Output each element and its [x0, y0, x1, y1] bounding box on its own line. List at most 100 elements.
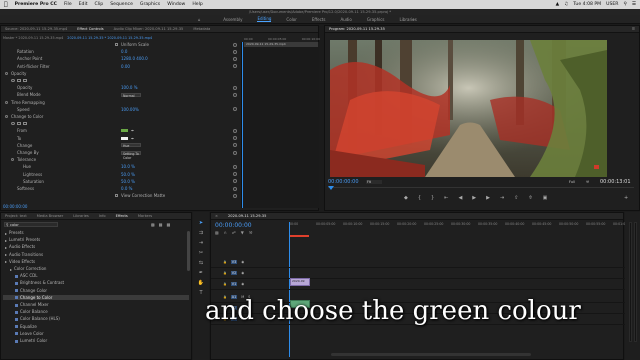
workspace-graphics[interactable]: Graphics: [367, 17, 385, 22]
effect-value[interactable]: 50.0 %: [121, 179, 135, 184]
track-name[interactable]: V2: [230, 271, 238, 275]
fx-toggle-icon[interactable]: [5, 100, 8, 104]
menu-help[interactable]: Help: [192, 2, 202, 7]
track-lock-icon[interactable]: 🔒: [223, 271, 227, 275]
razor-icon[interactable]: ✂: [199, 250, 203, 256]
reset-keyframe-icon[interactable]: [233, 42, 237, 47]
effects-tree-item[interactable]: Change Color: [3, 288, 189, 293]
wifi-icon[interactable]: ▲: [556, 2, 560, 7]
rect-mask-icon[interactable]: [17, 122, 21, 126]
program-scrubber[interactable]: [328, 186, 634, 190]
effects-tree-item[interactable]: Change to Color: [3, 294, 189, 300]
home-icon[interactable]: ⌂: [198, 17, 201, 22]
reset-keyframe-icon[interactable]: [233, 64, 237, 69]
work-area-bar[interactable]: [289, 235, 309, 237]
effect-dropdown[interactable]: Setting To Color: [121, 150, 141, 160]
accelerated-icon[interactable]: ▩: [151, 222, 155, 227]
to-color-swatch[interactable]: [121, 136, 128, 140]
tab-project[interactable]: Project: text: [5, 214, 27, 218]
track-select-icon[interactable]: ⇉: [199, 230, 203, 236]
effect-controls-timeline[interactable]: 00:00 00:00:05:00 00:00:10:00 2020-09-11…: [241, 37, 320, 208]
effects-tree-item[interactable]: Color Balance (HLS): [3, 316, 189, 321]
ec-playhead[interactable]: [242, 42, 243, 208]
reset-keyframe-icon[interactable]: [233, 164, 237, 169]
reset-keyframe-icon[interactable]: [233, 56, 237, 61]
eyedropper-icon[interactable]: ✒: [131, 128, 134, 133]
more-workspaces-icon[interactable]: »: [412, 17, 414, 22]
checkbox[interactable]: [115, 43, 118, 46]
fx-toggle-icon[interactable]: [11, 158, 14, 162]
mark-out-bracket-icon[interactable]: }: [431, 195, 434, 201]
quality-dropdown[interactable]: Full: [569, 180, 575, 184]
track-eye-icon[interactable]: ◉: [241, 271, 244, 275]
menu-clip[interactable]: Clip: [95, 2, 104, 7]
effect-value[interactable]: 0.0 %: [121, 186, 132, 191]
workspace-audio[interactable]: Audio: [340, 17, 351, 22]
tab-sequence[interactable]: 2020-09-11 15-29-35: [228, 214, 266, 218]
volume-icon[interactable]: ♫: [564, 2, 568, 7]
effect-value[interactable]: 0.0: [121, 49, 127, 54]
go-to-out-icon[interactable]: ⇥: [500, 195, 504, 201]
apple-icon[interactable]: : [4, 1, 8, 8]
menu-graphics[interactable]: Graphics: [140, 2, 160, 7]
reset-keyframe-icon[interactable]: [233, 128, 237, 133]
eyedropper-icon[interactable]: ✒: [131, 136, 134, 141]
workspace-effects[interactable]: Effects: [312, 17, 326, 22]
track-name[interactable]: V3: [230, 260, 238, 264]
linked-icon[interactable]: ☍: [232, 230, 236, 235]
clock[interactable]: Tue 4:08 PM: [573, 2, 601, 7]
effects-tree-item[interactable]: Color Balance: [3, 309, 189, 314]
fx-toggle-icon[interactable]: [5, 115, 8, 118]
track-name[interactable]: V1: [230, 282, 238, 286]
extract-icon[interactable]: ⇮: [528, 195, 532, 201]
tab-audio-clip-mixer[interactable]: Audio Clip Mixer: 2020-09-11 15-29-35: [114, 27, 184, 31]
reset-keyframe-icon[interactable]: [233, 179, 237, 184]
fx-toggle-icon[interactable]: [5, 71, 8, 75]
tab-media-browser[interactable]: Media Browser: [37, 214, 64, 218]
timeline-timecode[interactable]: 00:00:00:00: [215, 222, 252, 229]
reset-keyframe-icon[interactable]: [233, 193, 237, 198]
checkbox[interactable]: [115, 194, 118, 198]
effect-dropdown[interactable]: Normal: [121, 92, 141, 98]
effects-tree-item[interactable]: Lumetri Color: [3, 338, 189, 343]
ec-clip-bar[interactable]: 2020-09-11 15-29-35.mp4: [244, 42, 318, 47]
fit-dropdown[interactable]: Fit: [366, 180, 382, 184]
app-menu[interactable]: Premiere Pro CC: [15, 2, 57, 7]
ellipse-mask-icon[interactable]: [11, 79, 15, 82]
export-frame-icon[interactable]: ▣: [543, 195, 548, 201]
effects-tree-item[interactable]: ▸ Audio Effects: [3, 244, 189, 250]
panel-menu-icon[interactable]: ☰: [632, 27, 635, 31]
reset-keyframe-icon[interactable]: [233, 186, 237, 191]
effects-tree-item[interactable]: ▸ Presets: [3, 230, 189, 236]
mark-in-bracket-icon[interactable]: {: [418, 195, 421, 201]
reset-keyframe-icon[interactable]: [233, 143, 237, 148]
close-icon[interactable]: ×: [215, 214, 218, 218]
yuv-icon[interactable]: ▩: [167, 222, 171, 227]
effects-search-input[interactable]: ⚲ color: [4, 222, 58, 227]
effect-dropdown[interactable]: Hue: [121, 143, 141, 148]
play-icon[interactable]: ▶: [472, 195, 476, 201]
ripple-edit-icon[interactable]: ⇥: [199, 240, 203, 246]
mark-in-icon[interactable]: ◆: [404, 195, 408, 201]
reset-keyframe-icon[interactable]: [233, 49, 237, 54]
menu-file[interactable]: File: [64, 2, 72, 7]
pen-mask-icon[interactable]: [23, 79, 27, 82]
from-color-swatch[interactable]: [121, 129, 128, 133]
reset-keyframe-icon[interactable]: [233, 136, 237, 141]
step-forward-icon[interactable]: ▶: [486, 195, 490, 201]
clip-label[interactable]: 2020-09-11 15-29-35 * 2020-09-11 15-29-3…: [67, 36, 152, 40]
selection-tool-icon[interactable]: ➤: [199, 220, 203, 226]
slip-icon[interactable]: ⇆: [199, 260, 203, 266]
effects-tree-item[interactable]: Brightness & Contrast: [3, 280, 189, 285]
track-lock-icon[interactable]: 🔒: [223, 282, 227, 286]
tab-libraries[interactable]: Libraries: [73, 214, 89, 218]
track-lock-icon[interactable]: 🔒: [223, 260, 227, 264]
add-button-icon[interactable]: +: [624, 195, 628, 201]
menu-sequence[interactable]: Sequence: [110, 2, 133, 7]
effects-tree-item[interactable]: Leave Color: [3, 331, 189, 336]
effect-value[interactable]: 10.0 %: [121, 164, 135, 169]
tab-program[interactable]: Program: 2020-09-11 15-29-35: [329, 27, 385, 31]
effect-value[interactable]: 100.0 %: [121, 85, 138, 90]
effects-tree-item[interactable]: ▸ Lumetri Presets: [3, 237, 189, 243]
marker-icon[interactable]: ▼: [241, 230, 244, 235]
